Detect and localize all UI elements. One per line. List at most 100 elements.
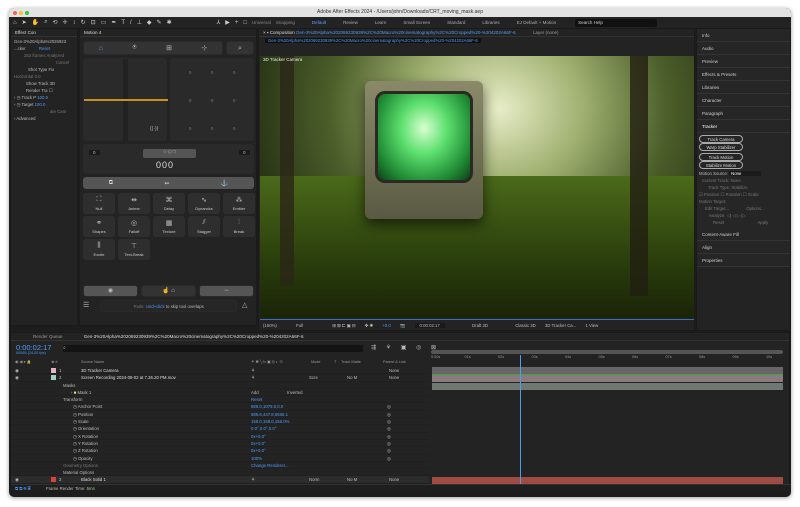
track-matte-header[interactable]: Track Matte xyxy=(341,359,361,366)
position-checkbox[interactable]: Position xyxy=(704,192,719,197)
ec-cancel[interactable]: Cancel xyxy=(14,59,74,66)
parent-dropdown[interactable]: None xyxy=(389,374,399,381)
mask-row[interactable]: › ■ Mask 1 Add Inverted xyxy=(11,389,429,397)
color-icon[interactable]: ✤ ✺ xyxy=(365,323,373,328)
shot-type-dropdown[interactable]: Fix xyxy=(48,67,54,72)
curve-button[interactable]: ∼ xyxy=(199,285,254,297)
minimize-button[interactable] xyxy=(19,10,23,15)
property-value[interactable]: 888.0,1079.0,0.0 xyxy=(251,403,283,410)
pen-tool-icon[interactable]: ✒ xyxy=(111,19,116,26)
ec-reset[interactable]: Reset xyxy=(39,46,50,51)
pickwhip-icon[interactable]: ◎ xyxy=(387,403,391,410)
close-button[interactable] xyxy=(13,10,17,15)
tool-dynamics[interactable]: ∿ Dynamics xyxy=(188,193,220,214)
easing-graph[interactable]: ((·)) xyxy=(83,58,168,142)
eraser-tool-icon[interactable]: ◆ xyxy=(147,19,152,26)
left-value[interactable]: 0 xyxy=(89,150,100,155)
anchor-point-tl[interactable]: ○ xyxy=(179,70,201,76)
mode-header[interactable]: Mode xyxy=(311,359,321,366)
ec-effect-name[interactable]: ...cker xyxy=(14,46,26,51)
search-help-input[interactable]: Search Help xyxy=(575,18,658,27)
zoom-tool-icon[interactable]: ⌕ xyxy=(44,19,47,26)
motion-tab[interactable]: Motion 4 xyxy=(80,29,256,37)
track-type-dropdown[interactable]: Stabilize xyxy=(731,185,747,190)
panel-preview[interactable]: Preview xyxy=(697,55,790,68)
tool-shapes[interactable]: ⚭ Shapes xyxy=(83,216,115,237)
track-bar-camera[interactable] xyxy=(432,367,783,374)
stopwatch-icon[interactable]: ◷ xyxy=(17,95,21,100)
view-dropdown[interactable]: 1 View xyxy=(585,323,598,328)
universal-toggle[interactable]: Universal xyxy=(252,20,271,25)
transform-row[interactable]: Transform Reset xyxy=(11,396,429,404)
anchor-point-bc[interactable]: ○ xyxy=(201,126,223,132)
panel-content-aware-fill[interactable]: Content-Aware Fill xyxy=(697,228,790,241)
comp-breadcrumb[interactable]: Gen-3%20Alpha%202069230939%2C%20Macro%20… xyxy=(265,38,481,43)
workspace-standard[interactable]: Standard xyxy=(447,20,465,25)
selection-tool-icon[interactable]: ➤ xyxy=(22,19,27,26)
advanced-group[interactable]: Advanced xyxy=(16,116,35,121)
anchor-icon[interactable]: ⚓ xyxy=(221,180,228,187)
bag-icon[interactable]: ⍟ xyxy=(132,44,136,52)
track-motion-button[interactable]: Track Motion xyxy=(699,153,743,161)
shy-icon[interactable]: ⚘ xyxy=(251,367,255,374)
warning-triangle-icon[interactable]: △ xyxy=(242,301,247,309)
workspace-default[interactable]: Default xyxy=(312,20,326,25)
transform-group[interactable]: Transform xyxy=(11,397,82,402)
pickwhip-icon[interactable]: ◎ xyxy=(387,425,391,432)
tool-texture[interactable]: ▦ Texture xyxy=(153,216,185,237)
mask-name[interactable]: Mask 1 xyxy=(77,390,91,395)
track-matte-dropdown[interactable]: No M xyxy=(347,374,357,381)
panel-libraries[interactable]: Libraries xyxy=(697,81,790,94)
warp-stabilizer-button[interactable]: Warp Stabilizer xyxy=(699,143,743,151)
arrow-icon[interactable]: ⇚ xyxy=(164,180,169,187)
orbit-tool-icon[interactable]: ⟲ xyxy=(53,19,58,26)
current-track-dropdown[interactable]: None xyxy=(730,178,740,183)
time-ruler[interactable]: 0:00s 01s 02s 03s 04s 05s 06s 07s 08s 09s 10s xyxy=(431,355,783,363)
stopwatch-icon[interactable]: ◷ xyxy=(11,448,77,453)
visibility-eye-icon[interactable]: ◉ xyxy=(15,476,19,483)
track-p-value[interactable]: 100.0 xyxy=(37,95,48,100)
target-icon[interactable]: ⊹ xyxy=(201,44,207,52)
pickwhip-icon[interactable]: ◎ xyxy=(387,447,391,454)
zoom-button[interactable] xyxy=(25,10,29,15)
inverted-checkbox[interactable]: Inverted xyxy=(287,389,303,396)
tool-excite[interactable]: ⫼ Excite xyxy=(83,239,115,260)
mask-mode-dropdown[interactable]: Add xyxy=(251,389,259,396)
work-area-bar[interactable] xyxy=(431,350,783,354)
anchor-point-mr[interactable]: ○ xyxy=(223,98,245,104)
workspace-review[interactable]: Review xyxy=(343,20,358,25)
zoom-dropdown[interactable]: (150%) xyxy=(263,323,277,328)
shy-icon[interactable]: ⚘ xyxy=(251,374,255,381)
render-queue-tab[interactable]: Render Queue xyxy=(15,334,63,339)
workspace-learn[interactable]: Learn xyxy=(375,20,387,25)
select-arrow-icon[interactable]: ▶ xyxy=(225,19,230,26)
panel-effects-presets[interactable]: Effects & Presets xyxy=(697,68,790,81)
track-matte-dropdown[interactable]: No M xyxy=(347,476,357,483)
anchor-point-ml[interactable]: ○ xyxy=(179,98,201,104)
layer-row[interactable]: ◉ 2 Screen Recording 2024-08-02 at 7.26.… xyxy=(11,374,429,382)
stopwatch-icon[interactable]: ◷ xyxy=(11,412,77,417)
broadcast-icon[interactable]: ((·)) xyxy=(150,126,158,132)
tool-falloff[interactable]: ◎ Falloff xyxy=(118,216,150,237)
property-value[interactable]: 0x+0.0° xyxy=(251,433,266,440)
panel-properties[interactable]: Properties xyxy=(697,254,790,267)
exposure-value[interactable]: +0.0 xyxy=(382,323,390,328)
property-value[interactable]: 100% xyxy=(251,455,262,462)
shape-toggle[interactable]: ○ ◇ □ xyxy=(143,149,196,158)
track-bar-black-solid[interactable] xyxy=(432,477,783,484)
analyze-buttons[interactable]: ◁| ◁ ▷ |▷ xyxy=(727,213,746,218)
layer-row[interactable]: ◉ 3 Black Solid 1 ⚘ Norm No M None xyxy=(11,476,429,484)
visibility-eye-icon[interactable]: ◉ xyxy=(15,374,19,381)
show-track-dropdown[interactable]: 3D xyxy=(50,81,56,86)
anchor-point-br[interactable]: ○ xyxy=(223,126,245,132)
mode-dropdown[interactable]: Scre xyxy=(309,374,318,381)
label-color[interactable] xyxy=(51,375,56,381)
plus-icon[interactable]: + xyxy=(235,20,239,26)
copy-icon[interactable]: ⧉ xyxy=(109,180,113,187)
eye-button[interactable]: ◉ xyxy=(83,285,138,297)
tracker-header[interactable]: Tracker xyxy=(697,120,790,133)
stopwatch-icon[interactable]: ◷ xyxy=(11,426,77,431)
apply-button[interactable]: Apply xyxy=(725,220,768,225)
change-renderer-link[interactable]: Change Renderer... xyxy=(251,462,289,469)
effect-controls-tab[interactable]: Effect Con xyxy=(11,29,77,37)
